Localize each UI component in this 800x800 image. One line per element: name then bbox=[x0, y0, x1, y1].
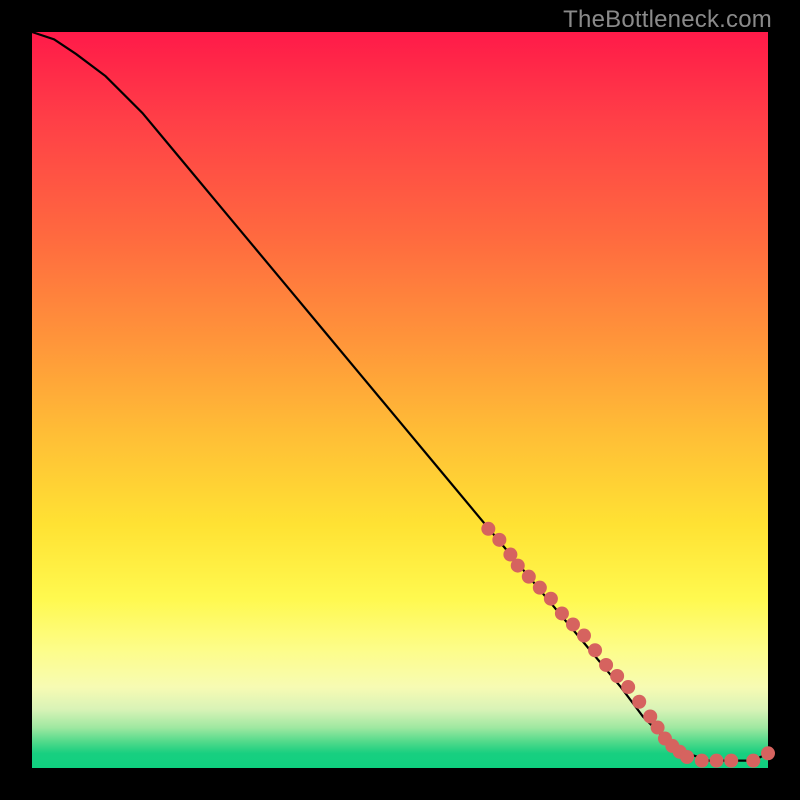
highlight-point bbox=[577, 629, 591, 643]
highlight-point bbox=[632, 695, 646, 709]
highlight-point bbox=[481, 522, 495, 536]
highlight-point bbox=[566, 617, 580, 631]
plot-area bbox=[32, 32, 768, 768]
chart-frame: TheBottleneck.com bbox=[0, 0, 800, 800]
highlight-point bbox=[724, 754, 738, 768]
highlight-point bbox=[588, 643, 602, 657]
highlight-point bbox=[555, 606, 569, 620]
highlight-point bbox=[533, 581, 547, 595]
highlight-point bbox=[610, 669, 624, 683]
highlight-point bbox=[695, 754, 709, 768]
highlight-point bbox=[761, 746, 775, 760]
highlight-point bbox=[746, 754, 760, 768]
chart-svg bbox=[32, 32, 768, 768]
highlight-point bbox=[621, 680, 635, 694]
highlight-point bbox=[492, 533, 506, 547]
watermark-text: TheBottleneck.com bbox=[563, 6, 772, 34]
bottleneck-curve bbox=[32, 32, 768, 761]
highlight-point bbox=[599, 658, 613, 672]
highlight-points bbox=[481, 522, 775, 768]
highlight-point bbox=[544, 592, 558, 606]
highlight-point bbox=[511, 559, 525, 573]
highlight-point bbox=[680, 750, 694, 764]
highlight-point bbox=[709, 754, 723, 768]
highlight-point bbox=[522, 570, 536, 584]
